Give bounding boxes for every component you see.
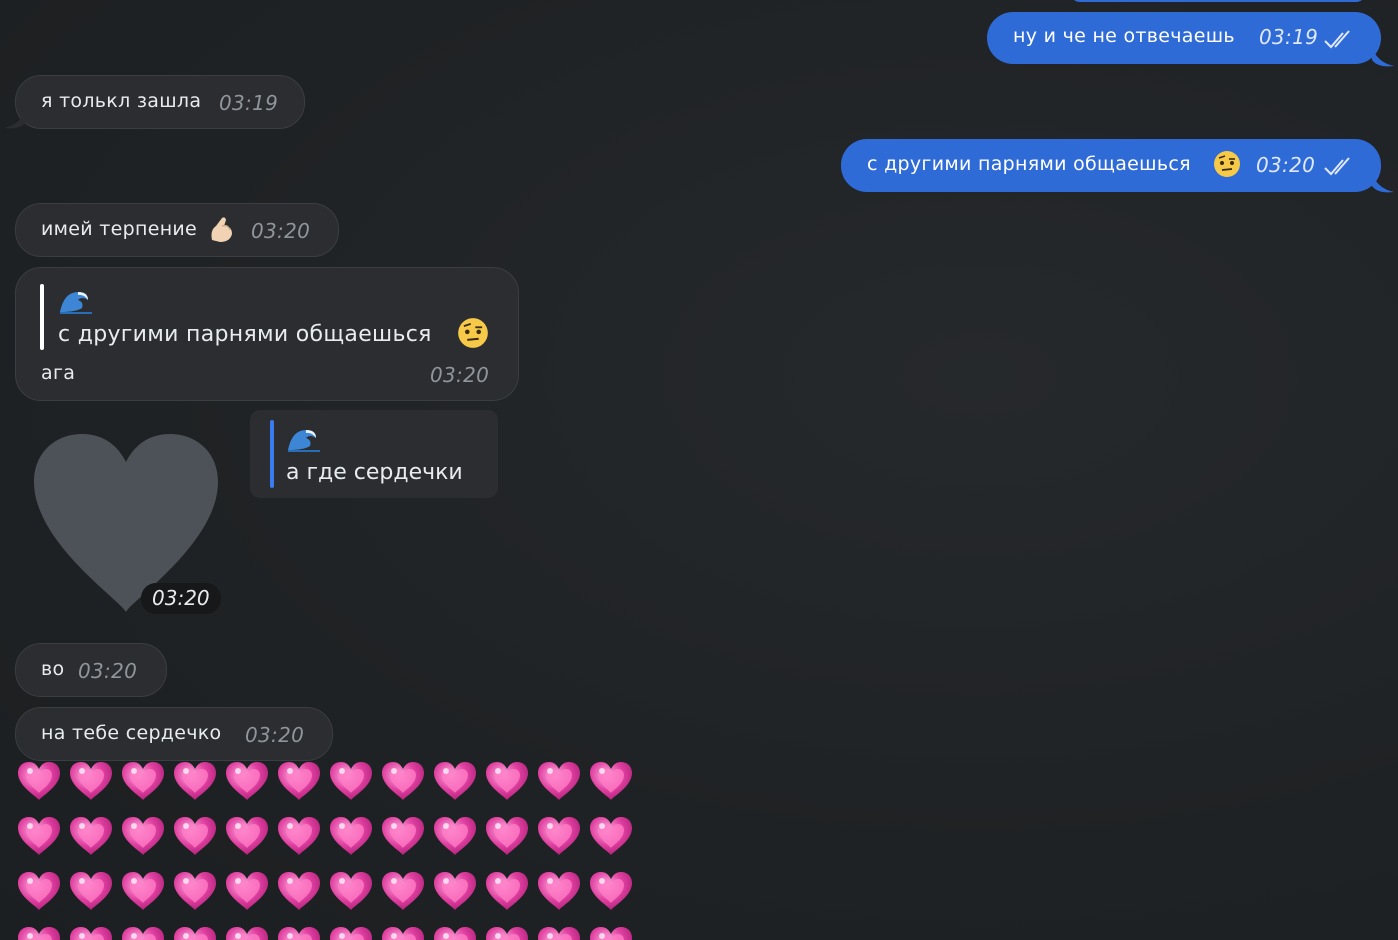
message-time: 03:20 [78, 659, 138, 683]
message-text: ага [41, 362, 76, 384]
sparkling-heart-emoji [590, 762, 632, 800]
message-text: ну и че не отвечаешь [1013, 25, 1235, 47]
wave-emoji-icon [288, 430, 320, 452]
sparkling-heart-emoji [18, 817, 60, 855]
quote-text: с другими парнями общаешься [58, 322, 432, 347]
sparkling-heart-emoji [174, 872, 216, 910]
quote-bar [40, 284, 44, 350]
message-time: 03:20 [245, 723, 305, 747]
sparkling-heart-emoji [70, 872, 112, 910]
message-time: 03:20 [251, 219, 311, 243]
sparkling-heart-emoji [226, 817, 268, 855]
bubble-tail [1372, 172, 1394, 193]
sparkling-heart-emoji [538, 762, 580, 800]
bubble-tail [4, 108, 26, 129]
chat-view: ну и че не отвечаешь 03:19 я толькл зашл… [0, 0, 1398, 940]
message-text: на тебе сердечко [41, 722, 222, 744]
sparkling-heart-emoji [122, 762, 164, 800]
sticker-time-badge: 03:20 [141, 583, 221, 614]
sparkling-heart-emoji [434, 927, 476, 940]
sparkling-heart-emoji [174, 762, 216, 800]
message-time: 03:20 [152, 586, 210, 610]
outgoing-message[interactable]: ну и че не отвечаешь 03:19 [987, 12, 1381, 64]
sparkling-heart-emoji [278, 762, 320, 800]
sparkling-heart-emoji [70, 927, 112, 940]
sparkling-heart-emoji [278, 927, 320, 940]
sparkling-heart-emoji [226, 927, 268, 940]
sparkling-heart-emoji [486, 762, 528, 800]
sparkling-heart-emoji [330, 817, 372, 855]
sparkling-heart-emoji [70, 762, 112, 800]
pinching-hand-emoji-icon [211, 217, 232, 242]
message-text: имей терпение [41, 218, 198, 240]
sparkling-heart-emoji [590, 927, 632, 940]
double-check-icon [1324, 30, 1350, 49]
sparkling-heart-emoji [538, 927, 580, 940]
outgoing-message[interactable]: с другими парнями общаешься 03:20 [841, 139, 1381, 192]
raised-eyebrow-emoji-icon [458, 318, 488, 348]
message-time: 03:20 [430, 363, 490, 387]
raised-eyebrow-emoji-icon [1214, 151, 1240, 177]
wave-emoji-icon [60, 292, 92, 314]
sparkling-heart-emoji [278, 817, 320, 855]
sparkling-heart-emoji [382, 872, 424, 910]
sparkling-heart-emoji [330, 872, 372, 910]
quote-text: а где сердечки [286, 460, 463, 485]
sparkling-heart-emoji [382, 927, 424, 940]
sparkling-heart-emoji [382, 762, 424, 800]
sparkling-heart-emoji [590, 817, 632, 855]
sparkling-heart-emoji [18, 872, 60, 910]
incoming-message[interactable]: на тебе сердечко 03:20 [15, 707, 333, 761]
sparkling-heart-emoji [434, 762, 476, 800]
quote-bar [270, 420, 274, 488]
sparkling-heart-emoji [590, 872, 632, 910]
sparkling-heart-emoji [486, 872, 528, 910]
sparkling-heart-emoji [70, 817, 112, 855]
bubble-tail [1372, 46, 1394, 67]
sparkling-heart-emoji [486, 817, 528, 855]
incoming-message[interactable]: во 03:20 [15, 643, 167, 697]
message-text: я толькл зашла [41, 90, 202, 112]
sparkling-heart-emoji [174, 927, 216, 940]
message-time: 03:19 [219, 91, 279, 115]
double-check-icon [1324, 157, 1350, 176]
sparkling-heart-emoji [278, 872, 320, 910]
incoming-message[interactable]: имей терпение 03:20 [15, 203, 339, 257]
incoming-message[interactable]: я толькл зашла 03:19 [15, 75, 305, 129]
sparkling-heart-emoji [18, 762, 60, 800]
sparkling-heart-emoji [330, 927, 372, 940]
sparkling-heart-emoji [486, 927, 528, 940]
sparkling-heart-emoji [226, 872, 268, 910]
sparkling-heart-emoji [434, 817, 476, 855]
sticker-reply-card[interactable]: а где сердечки [250, 410, 498, 498]
sparkling-heart-emoji [330, 762, 372, 800]
sparkling-heart-emoji [434, 872, 476, 910]
message-time: 03:20 [1256, 153, 1316, 177]
previous-message-edge [1070, 0, 1366, 2]
sparkling-heart-emoji [122, 872, 164, 910]
sparkling-heart-emoji [122, 927, 164, 940]
sparkling-heart-emoji [382, 817, 424, 855]
message-text: во [41, 658, 65, 680]
message-time: 03:19 [1259, 25, 1319, 49]
sparkling-heart-emoji [538, 872, 580, 910]
message-text: с другими парнями общаешься [867, 153, 1191, 175]
sparkling-heart-emoji [174, 817, 216, 855]
sparkling-heart-emoji [226, 762, 268, 800]
sparkling-heart-emoji [122, 817, 164, 855]
sparkling-heart-emoji [18, 927, 60, 940]
incoming-reply-message[interactable]: с другими парнями общаешься ага 03:20 [15, 267, 519, 401]
sparkling-heart-emoji [538, 817, 580, 855]
